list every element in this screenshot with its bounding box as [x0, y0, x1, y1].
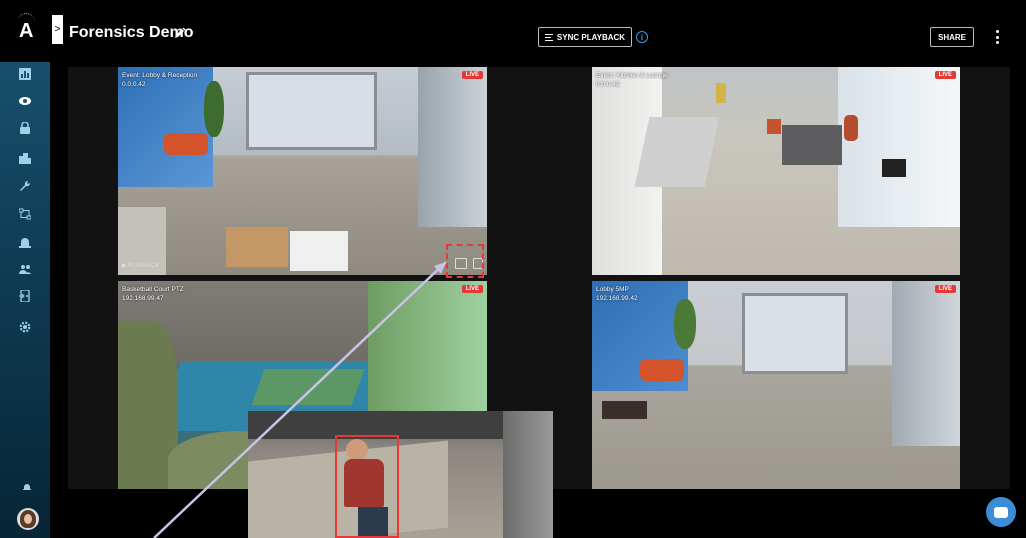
door-icon	[19, 290, 30, 302]
sidebar-expand-button[interactable]: >	[52, 15, 63, 44]
event-preview[interactable]	[248, 411, 553, 538]
lock-icon	[20, 122, 30, 134]
camera-name: Basketball Court PTZ	[122, 286, 184, 293]
workflow-icon	[19, 208, 31, 220]
nav-tools[interactable]	[0, 176, 50, 196]
camera-ip: 0.0.0.42	[122, 81, 146, 88]
share-button[interactable]: SHARE	[930, 27, 974, 47]
dashboard-icon	[19, 68, 31, 80]
nav-workflows[interactable]	[0, 204, 50, 224]
live-badge: LIVE	[934, 285, 956, 293]
highlight-box	[446, 244, 484, 278]
more-options-icon[interactable]	[995, 30, 999, 44]
camera-tile-kitchen-lounge[interactable]: Event: Kitchen & Lounge 0.0.0.42 LIVE	[541, 67, 1010, 275]
wrench-icon	[20, 180, 31, 191]
users-icon	[19, 265, 31, 274]
preview-frame	[248, 411, 553, 538]
info-icon[interactable]: i	[636, 31, 648, 43]
sidebar: A	[0, 0, 50, 538]
chat-button[interactable]	[986, 497, 1016, 527]
camera-ip: 192.168.99.42	[596, 295, 638, 302]
sync-playback-label: SYNC PLAYBACK	[556, 32, 626, 42]
avatar[interactable]	[17, 508, 39, 530]
chat-icon	[994, 506, 1008, 518]
logo-mark: A	[19, 20, 34, 42]
nav-alarms[interactable]	[0, 232, 50, 252]
eye-icon	[19, 97, 31, 105]
nav-settings[interactable]	[0, 317, 50, 337]
live-badge: LIVE	[461, 285, 483, 293]
live-badge: LIVE	[461, 71, 483, 79]
building-icon	[19, 153, 31, 164]
gear-icon	[19, 321, 31, 333]
detection-box	[335, 435, 399, 538]
logo[interactable]: A	[0, 0, 50, 62]
nav-users[interactable]	[0, 259, 50, 279]
camera-ip: 0.0.0.42	[596, 81, 620, 88]
pencil-icon[interactable]	[174, 27, 186, 39]
camera-name: Event: Kitchen & Lounge	[596, 72, 668, 79]
sync-playback-button[interactable]: SYNC PLAYBACK	[538, 27, 632, 47]
nav-doors[interactable]	[0, 286, 50, 306]
camera-name: Event: Lobby & Reception	[122, 72, 198, 79]
playback-label[interactable]: ▶ PLAYBACK	[122, 262, 160, 269]
bell-icon[interactable]	[23, 483, 31, 491]
camera-ip: 192.168.99.47	[122, 295, 164, 302]
camera-tile-lobby-5mp[interactable]: Lobby 5MP 192.168.99.42 LIVE	[541, 281, 1010, 489]
alarm-icon	[19, 238, 31, 248]
camera-name: Lobby 5MP	[596, 286, 629, 293]
nav-sites[interactable]	[0, 148, 50, 168]
nav-dashboard[interactable]	[0, 64, 50, 84]
live-badge: LIVE	[934, 71, 956, 79]
nav-video[interactable]	[0, 91, 50, 111]
list-icon	[544, 33, 553, 41]
nav-access[interactable]	[0, 118, 50, 138]
